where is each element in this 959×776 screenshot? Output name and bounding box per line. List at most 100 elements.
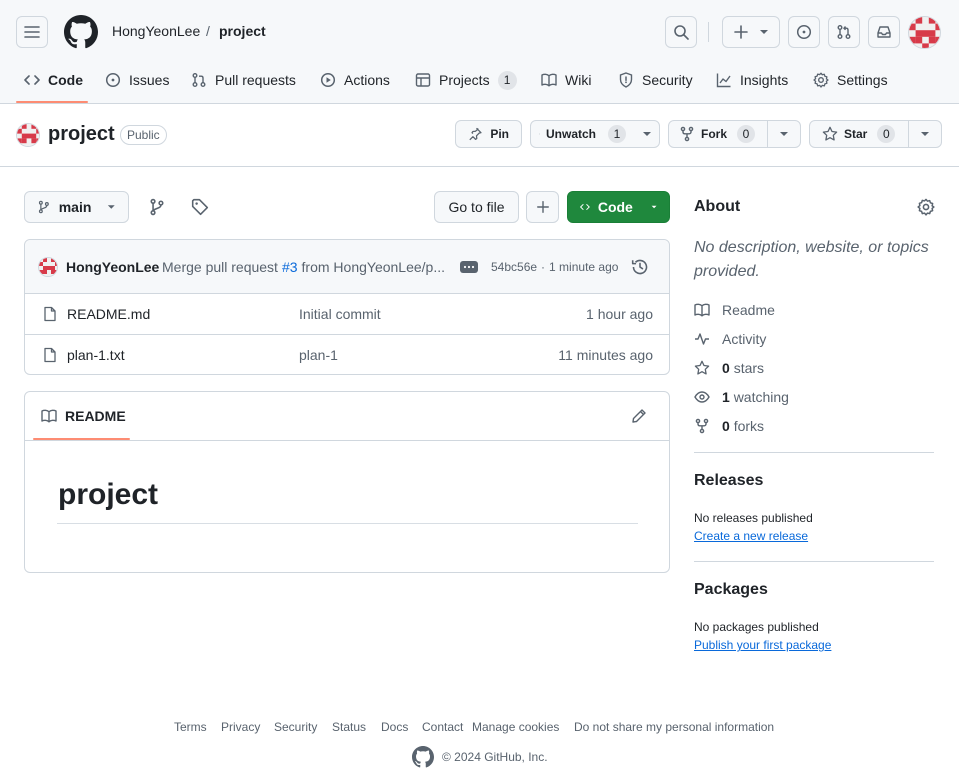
add-file-button[interactable] (526, 191, 559, 223)
triangle-down-icon (760, 30, 768, 34)
breadcrumb-repo[interactable]: project (219, 23, 266, 39)
readme-link[interactable]: Readme (694, 302, 775, 318)
hamburger-icon (24, 26, 40, 38)
tab-security[interactable]: Security (618, 70, 693, 90)
fork-label: Fork (701, 127, 728, 141)
watch-button-group: Unwatch 1 (530, 120, 660, 148)
identicon-avatar-icon (17, 124, 39, 146)
code-button-label: Code (597, 199, 633, 215)
watching-link[interactable]: 1 watching (694, 389, 789, 405)
footer-link-contact[interactable]: Contact (422, 720, 463, 734)
commit-pr-link[interactable]: #3 (282, 259, 298, 275)
repo-header-divider (0, 166, 959, 167)
user-avatar[interactable] (908, 16, 941, 49)
commit-sha[interactable]: 54bc56e (491, 260, 537, 274)
table-row[interactable]: README.md Initial commit 1 hour ago (25, 293, 669, 334)
releases-title[interactable]: Releases (694, 472, 763, 490)
footer-brand: © 2024 GitHub, Inc. (412, 746, 548, 768)
watching-count: 1 (722, 389, 730, 405)
star-dropdown[interactable] (909, 121, 941, 147)
create-new-button[interactable] (722, 16, 780, 48)
git-branch-icon (150, 198, 164, 216)
commit-author-avatar[interactable] (38, 257, 58, 277)
triangle-down-icon (780, 132, 788, 136)
book-icon (694, 303, 710, 317)
tab-wiki[interactable]: Wiki (541, 70, 591, 90)
edit-readme-button[interactable] (631, 408, 647, 424)
commit-message-prefix: Merge pull request (162, 259, 278, 275)
breadcrumb-owner[interactable]: HongYeonLee (112, 23, 200, 39)
tab-label: Security (642, 72, 693, 88)
tags-button[interactable] (191, 198, 209, 216)
github-logo[interactable] (64, 15, 98, 49)
active-tab-indicator (16, 101, 88, 103)
fork-button[interactable]: Fork 0 (669, 121, 768, 147)
create-release-link[interactable]: Create a new release (694, 529, 808, 543)
triangle-down-icon (921, 132, 929, 136)
forks-count: 0 (722, 418, 730, 434)
table-row[interactable]: plan-1.txt plan-1 11 minutes ago (25, 334, 669, 375)
tab-issues[interactable]: Issues (105, 70, 169, 90)
file-icon (44, 347, 56, 363)
pin-icon (469, 127, 482, 141)
commit-message[interactable]: Merge pull request #3 from HongYeonLee/p… (162, 259, 445, 275)
footer-link-terms[interactable]: Terms (174, 720, 207, 734)
tab-code[interactable]: Code (24, 70, 83, 90)
file-commit-message[interactable]: Initial commit (299, 306, 381, 322)
footer-link-privacy[interactable]: Privacy (221, 720, 260, 734)
footer-link-status[interactable]: Status (332, 720, 366, 734)
file-name[interactable]: README.md (67, 306, 150, 322)
code-icon (24, 75, 40, 85)
expand-commit-message-button[interactable] (460, 261, 478, 273)
projects-count-badge: 1 (497, 70, 517, 90)
forks-link[interactable]: 0 forks (694, 418, 764, 434)
file-browser: HongYeonLee Merge pull request #3 from H… (24, 239, 670, 375)
watch-dropdown[interactable] (634, 121, 659, 147)
commit-author[interactable]: HongYeonLee (66, 259, 159, 275)
publish-package-link[interactable]: Publish your first package (694, 638, 831, 652)
repo-owner-avatar[interactable] (16, 123, 40, 147)
tab-settings[interactable]: Settings (813, 70, 888, 90)
go-to-file-label: Go to file (448, 199, 505, 215)
commit-meta: 54bc56e · 1 minute ago (491, 260, 618, 274)
star-button[interactable]: Star 0 (810, 121, 909, 147)
edit-about-button[interactable] (917, 198, 935, 216)
file-commit-message[interactable]: plan-1 (299, 347, 338, 363)
code-dropdown-button[interactable]: Code (567, 191, 670, 223)
footer-link-security[interactable]: Security (274, 720, 317, 734)
pin-button[interactable]: Pin (455, 120, 522, 148)
star-label: Star (844, 127, 868, 141)
go-to-file-button[interactable]: Go to file (434, 191, 519, 223)
play-icon (320, 72, 336, 88)
search-button[interactable] (665, 16, 697, 48)
github-mark-icon[interactable] (412, 746, 434, 768)
eye-icon (539, 133, 540, 135)
star-icon (822, 126, 838, 141)
inbox-button[interactable] (868, 16, 900, 48)
tab-label: Settings (837, 72, 888, 88)
footer-link-docs[interactable]: Docs (381, 720, 408, 734)
branches-button[interactable] (148, 198, 166, 216)
footer-link-manage-cookies[interactable]: Manage cookies (472, 720, 559, 734)
branch-name: main (58, 199, 92, 215)
readme-tab[interactable]: README (41, 408, 126, 424)
tab-insights[interactable]: Insights (716, 70, 788, 90)
packages-title[interactable]: Packages (694, 581, 768, 599)
visibility-badge: Public (120, 125, 167, 145)
commit-history-button[interactable] (631, 258, 649, 276)
repo-name[interactable]: project (48, 123, 115, 146)
pull-requests-button[interactable] (828, 16, 860, 48)
file-name[interactable]: plan-1.txt (67, 347, 125, 363)
menu-button[interactable] (16, 16, 48, 48)
unwatch-button[interactable]: Unwatch 1 (531, 121, 634, 147)
activity-link[interactable]: Activity (694, 331, 766, 347)
tab-actions[interactable]: Actions (320, 70, 390, 90)
stars-link[interactable]: 0 stars (694, 360, 764, 376)
footer-link-do-not-share[interactable]: Do not share my personal information (574, 720, 774, 734)
branch-selector[interactable]: main (24, 191, 129, 223)
triangle-down-icon (108, 205, 116, 209)
tab-pull-requests[interactable]: Pull requests (191, 70, 296, 90)
tab-projects[interactable]: Projects 1 (415, 70, 517, 90)
fork-dropdown[interactable] (768, 121, 800, 147)
issues-button[interactable] (788, 16, 820, 48)
